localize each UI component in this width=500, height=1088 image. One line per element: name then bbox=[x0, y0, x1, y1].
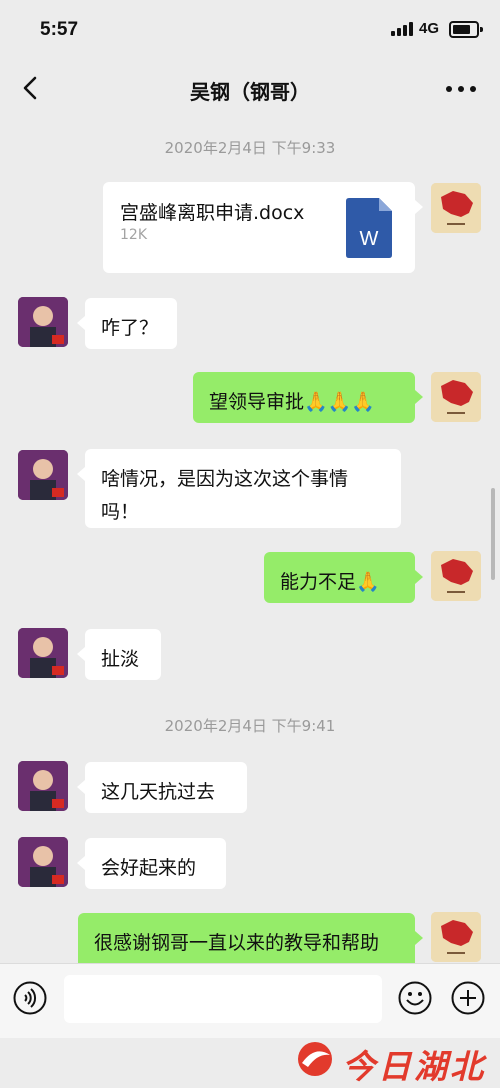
message-bubble-incoming[interactable]: 咋了？ bbox=[77, 298, 177, 349]
network-type: 4G bbox=[419, 20, 440, 37]
signal-icon bbox=[391, 22, 415, 36]
plus-icon[interactable] bbox=[451, 981, 485, 1015]
voice-icon[interactable] bbox=[13, 981, 47, 1015]
watermark-text: 今日湖北 bbox=[342, 1047, 486, 1086]
watermark-logo-icon bbox=[298, 1042, 332, 1076]
file-size: 12K bbox=[120, 227, 147, 243]
input-bar bbox=[0, 963, 500, 1038]
message-bubble-incoming[interactable]: 这几天抗过去 bbox=[77, 762, 247, 813]
battery-icon bbox=[449, 21, 483, 38]
watermark: 今日湖北 bbox=[294, 1036, 500, 1086]
friend-avatar[interactable] bbox=[18, 628, 68, 678]
friend-avatar[interactable] bbox=[18, 837, 68, 887]
message-bubble-incoming[interactable]: 啥情况，是因为这次这个事情吗！ bbox=[77, 449, 401, 528]
message-input[interactable] bbox=[64, 975, 382, 1023]
scrollbar[interactable] bbox=[491, 488, 495, 580]
self-avatar[interactable] bbox=[431, 551, 481, 601]
self-avatar[interactable] bbox=[431, 912, 481, 962]
message-bubble-outgoing[interactable]: 望领导审批🙏🙏🙏 bbox=[193, 372, 423, 423]
message-bubble-incoming[interactable]: 扯淡 bbox=[77, 629, 161, 680]
word-doc-icon: W bbox=[346, 198, 392, 258]
more-dots-icon[interactable] bbox=[446, 86, 480, 94]
self-avatar[interactable] bbox=[431, 372, 481, 422]
self-avatar[interactable] bbox=[431, 183, 481, 233]
chat-title: 吴钢（钢哥） bbox=[190, 80, 310, 104]
emoji-icon[interactable] bbox=[398, 981, 432, 1015]
friend-avatar[interactable] bbox=[18, 297, 68, 347]
status-time: 5:57 bbox=[40, 19, 79, 40]
message-timestamp: 2020年2月4日 下午9:41 bbox=[164, 717, 336, 735]
chat-header: 吴钢（钢哥） bbox=[0, 60, 500, 118]
message-timestamp: 2020年2月4日 下午9:33 bbox=[164, 139, 336, 157]
file-name: 宫盛峰离职申请.docx bbox=[120, 202, 305, 224]
file-message-card[interactable]: 宫盛峰离职申请.docx 12K W bbox=[103, 182, 423, 273]
friend-avatar[interactable] bbox=[18, 450, 68, 500]
message-bubble-incoming[interactable]: 会好起来的 bbox=[77, 838, 226, 889]
friend-avatar[interactable] bbox=[18, 761, 68, 811]
svg-text:W: W bbox=[360, 228, 379, 250]
message-bubble-outgoing[interactable]: 能力不足🙏 bbox=[264, 552, 423, 603]
status-bar: 5:57 4G bbox=[0, 0, 500, 60]
